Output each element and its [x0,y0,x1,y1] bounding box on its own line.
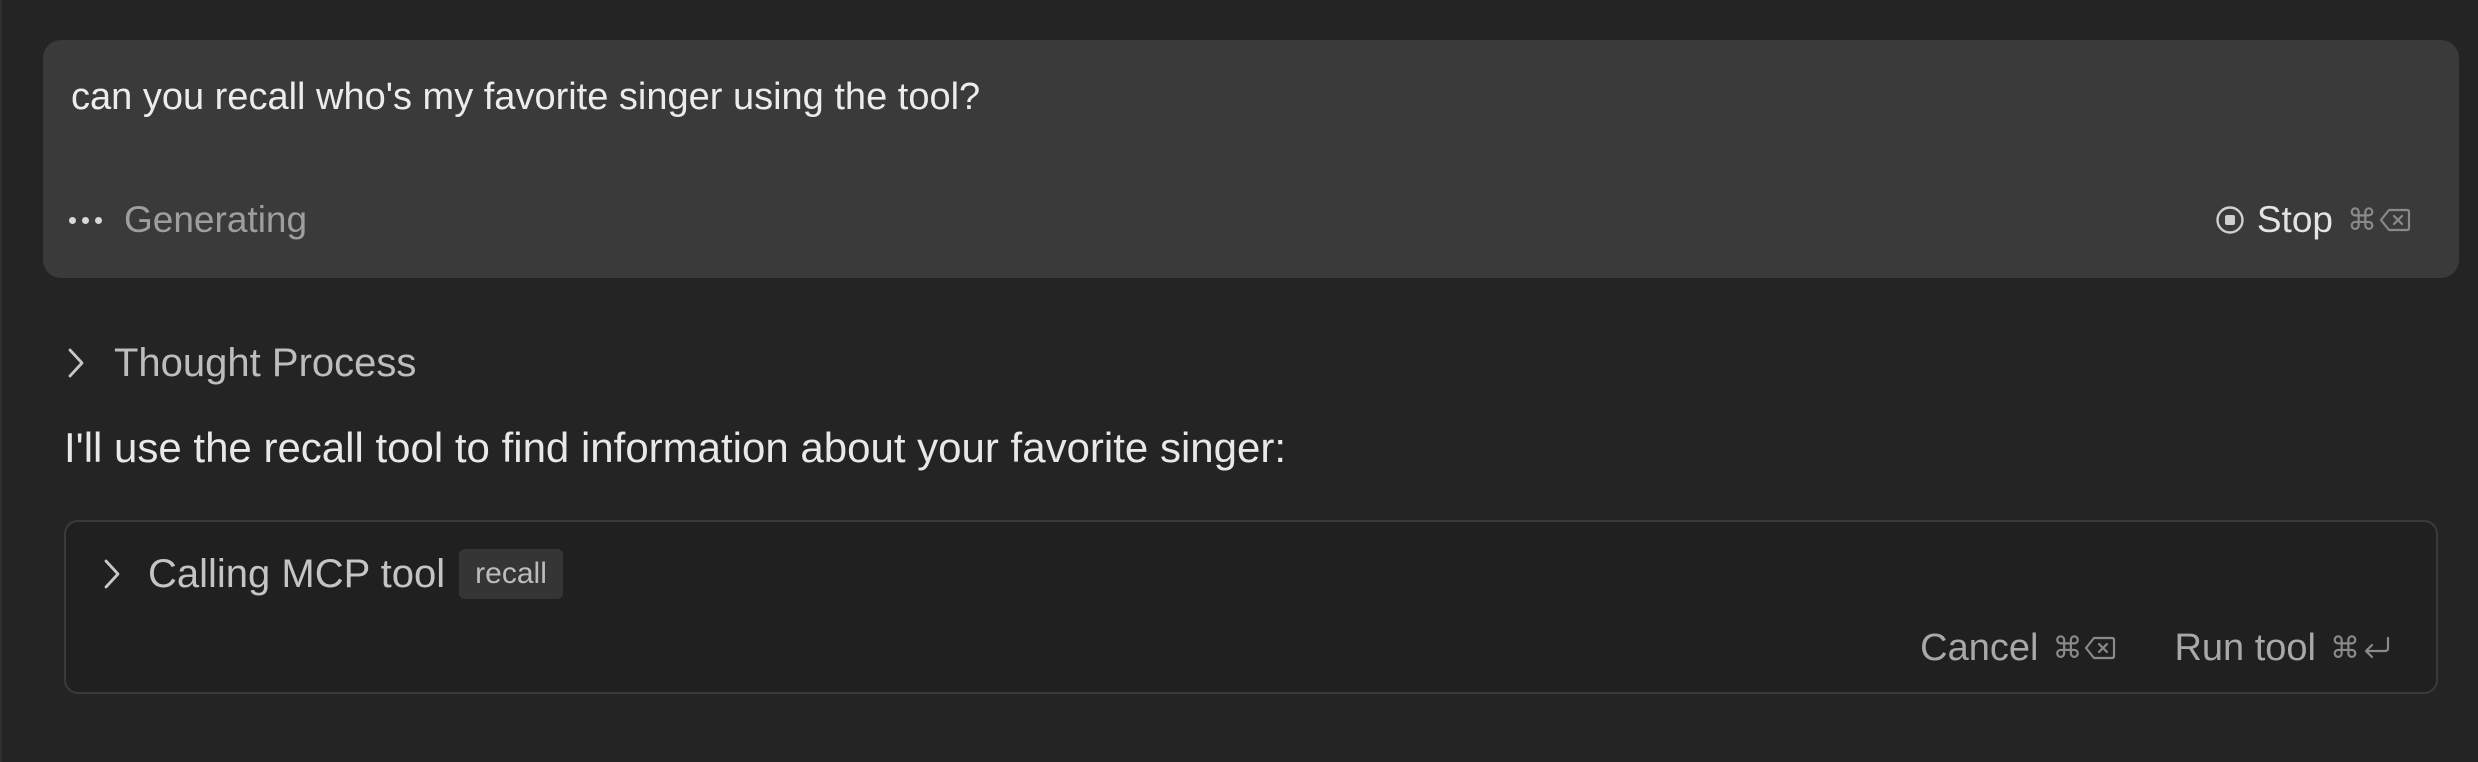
status-label: Generating [124,199,308,240]
tool-actions: Cancel ⌘ Run tool ⌘ [1920,620,2392,676]
chat-panel: can you recall who's my favorite singer … [0,0,2478,762]
cancel-button[interactable]: Cancel ⌘ [1920,627,2116,670]
command-key: ⌘ [2347,203,2377,237]
assistant-message-text: I'll use the recall tool to find informa… [64,424,1286,471]
cancel-shortcut: ⌘ [2052,631,2116,666]
stop-button[interactable]: Stop ⌘ [2215,195,2411,245]
user-message-box: can you recall who's my favorite singer … [43,40,2459,278]
generating-status: Generating [69,195,307,245]
return-key-icon [2364,636,2390,659]
stop-circle-icon [2216,206,2244,234]
command-key: ⌘ [2052,631,2083,665]
cancel-label: Cancel [1920,626,2039,669]
chevron-right-icon [104,559,120,589]
stop-shortcut: ⌘ [2347,203,2411,238]
thought-process-label: Thought Process [114,340,417,385]
user-message-text: can you recall who's my favorite singer … [71,76,981,118]
delete-key-icon [2379,208,2411,232]
tool-call-toggle[interactable]: Calling MCP tool recall [98,546,563,602]
delete-key-icon [2085,636,2116,660]
tool-call-card: Calling MCP tool recall Cancel ⌘ Run too… [64,520,2438,694]
run-tool-label: Run tool [2174,626,2316,669]
tool-name-badge: recall [459,549,563,599]
run-tool-shortcut: ⌘ [2330,631,2392,666]
run-tool-button[interactable]: Run tool ⌘ [2174,627,2392,670]
chevron-right-icon [68,348,84,378]
panel-border [0,0,2,762]
stop-label: Stop [2256,199,2333,240]
thought-process-toggle[interactable]: Thought Process [62,335,416,391]
command-key: ⌘ [2330,631,2360,665]
ellipsis-icon [69,216,102,224]
tool-call-label: Calling MCP tool [148,551,446,596]
